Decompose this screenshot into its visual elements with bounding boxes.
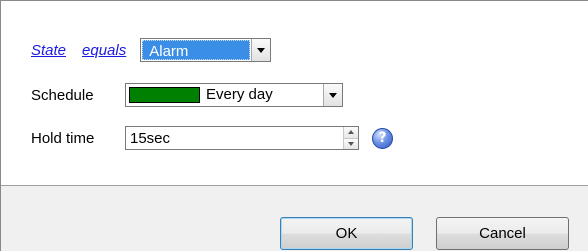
spin-down-icon[interactable]	[344, 137, 358, 149]
spin-up-icon[interactable]	[344, 127, 358, 138]
state-link[interactable]: State	[31, 42, 66, 59]
equals-link[interactable]: equals	[82, 42, 126, 59]
hold-time-input[interactable]	[126, 127, 343, 149]
schedule-dropdown[interactable]: Every day	[125, 83, 343, 107]
spin-buttons	[343, 127, 358, 149]
schedule-swatch-wrap	[126, 84, 203, 106]
chevron-down-icon[interactable]	[323, 84, 342, 106]
schedule-value-text: Every day	[206, 86, 273, 103]
content-panel: State equals Alarm Schedule Every day Ho…	[1, 1, 588, 185]
dialog: State equals Alarm Schedule Every day Ho…	[0, 0, 588, 251]
chevron-down-icon[interactable]	[251, 39, 271, 61]
hold-time-label: Hold time	[31, 129, 95, 147]
state-condition-row: State equals Alarm	[31, 38, 272, 62]
state-value-text: Alarm	[142, 40, 251, 60]
state-value-dropdown[interactable]: Alarm	[140, 38, 272, 62]
schedule-color-swatch	[129, 87, 200, 103]
hold-time-spinner[interactable]	[125, 126, 359, 150]
schedule-row: Schedule Every day	[31, 83, 343, 107]
cancel-button[interactable]: Cancel	[436, 217, 569, 250]
help-icon[interactable]: ?	[372, 127, 393, 149]
ok-button[interactable]: OK	[280, 217, 413, 250]
hold-time-row: Hold time ?	[31, 126, 393, 150]
schedule-label: Schedule	[31, 86, 94, 104]
